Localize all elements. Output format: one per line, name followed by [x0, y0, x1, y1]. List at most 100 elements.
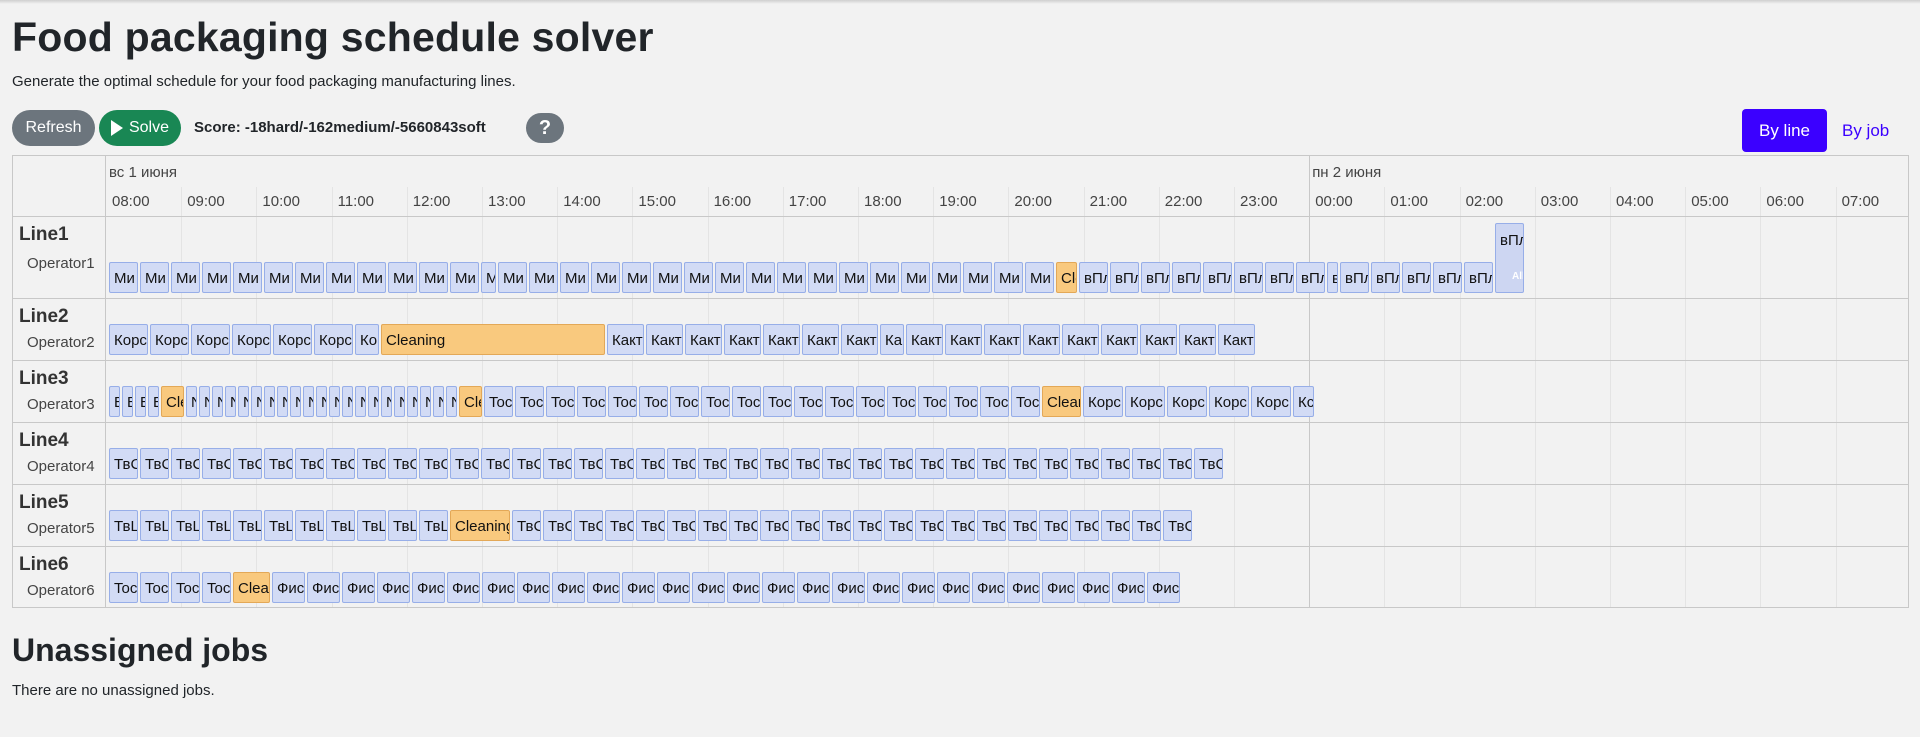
job-block[interactable]: ТвС [1163, 448, 1192, 479]
job-block[interactable]: ТвL [140, 510, 169, 541]
job-block[interactable]: N [407, 386, 418, 417]
job-block[interactable]: Ми [295, 262, 324, 293]
job-block[interactable]: Фис [447, 572, 480, 603]
job-block[interactable]: ТвС [636, 448, 665, 479]
cleaning-block[interactable]: Cleaning [450, 510, 510, 541]
job-block[interactable]: ТвС [1039, 510, 1068, 541]
job-block[interactable]: Ми [808, 262, 837, 293]
job-block[interactable]: Корс [150, 324, 189, 355]
job-block[interactable]: Toc [1011, 386, 1040, 417]
job-block[interactable]: Ми [591, 262, 620, 293]
job-block[interactable]: N [225, 386, 236, 417]
job-block[interactable]: Ка [880, 324, 904, 355]
job-block[interactable]: вПл [1079, 262, 1108, 293]
job-block[interactable]: ТвС [171, 448, 200, 479]
job-block[interactable]: N [264, 386, 275, 417]
job-block[interactable]: Какт [1179, 324, 1216, 355]
job-block[interactable]: ТвL [171, 510, 200, 541]
job-block[interactable]: Toc [732, 386, 761, 417]
job-block[interactable]: ТвС [605, 448, 634, 479]
job-block[interactable]: ТвС [1101, 510, 1130, 541]
job-block[interactable]: ТвL [295, 510, 324, 541]
job-block[interactable]: Фис [517, 572, 550, 603]
job-block[interactable]: Toc [670, 386, 699, 417]
job-block[interactable]: Фис [972, 572, 1005, 603]
job-block[interactable]: Ми [839, 262, 868, 293]
job-block[interactable]: Ми [684, 262, 713, 293]
job-block[interactable]: Toc [171, 572, 200, 603]
job-block[interactable]: N [342, 386, 353, 417]
job-block[interactable]: ТвС [543, 448, 572, 479]
job-block[interactable]: Фис [552, 572, 585, 603]
cleaning-block[interactable]: Cleaning [381, 324, 605, 355]
job-block[interactable]: Какт [607, 324, 644, 355]
job-block[interactable]: N [420, 386, 431, 417]
job-block[interactable]: Какт [984, 324, 1021, 355]
job-block[interactable]: Ми [653, 262, 682, 293]
job-block[interactable]: ТвС [295, 448, 324, 479]
job-block[interactable]: В [109, 386, 120, 417]
job-block[interactable]: Фис [1077, 572, 1110, 603]
job-block[interactable]: Ми [994, 262, 1023, 293]
job-block[interactable]: Toc [140, 572, 169, 603]
job-block[interactable]: ТвС [543, 510, 572, 541]
job-block[interactable]: Корс [191, 324, 230, 355]
job-block[interactable]: N [446, 386, 457, 417]
job-block[interactable]: ТвС [450, 448, 479, 479]
job-block[interactable]: ТвС [419, 448, 448, 479]
job-block[interactable]: ТвС [853, 448, 882, 479]
job-block[interactable]: Фис [622, 572, 655, 603]
job-block[interactable]: ТвС [977, 510, 1006, 541]
job-block[interactable]: ТвС [357, 448, 386, 479]
job-block[interactable]: ТвС [1101, 448, 1130, 479]
job-block[interactable]: Какт [646, 324, 683, 355]
job-block[interactable]: вПл [1141, 262, 1170, 293]
job-block[interactable]: Фис [1007, 572, 1040, 603]
job-block[interactable]: В [148, 386, 159, 417]
job-block[interactable]: ТвL [109, 510, 138, 541]
job-block[interactable]: ТвС [915, 448, 944, 479]
job-block[interactable]: Фис [1042, 572, 1075, 603]
job-block[interactable]: Фис [902, 572, 935, 603]
job-block[interactable]: Ми [419, 262, 448, 293]
job-block[interactable]: Корс [1251, 386, 1291, 417]
job-block[interactable]: ТвС [791, 510, 820, 541]
job-block[interactable]: Ми [140, 262, 169, 293]
job-block[interactable]: ТвС [481, 448, 510, 479]
refresh-button[interactable]: Refresh [12, 110, 95, 146]
job-block[interactable]: N [251, 386, 262, 417]
cleaning-block[interactable]: Cle [1056, 262, 1077, 293]
job-block[interactable]: Ми [357, 262, 386, 293]
job-block[interactable]: Toc [515, 386, 544, 417]
job-block[interactable]: вПл [1402, 262, 1431, 293]
job-block[interactable]: Фис [342, 572, 375, 603]
job-block[interactable]: ТвС [884, 510, 913, 541]
job-block[interactable]: ТвС [698, 510, 727, 541]
job-block[interactable]: Ми [777, 262, 806, 293]
job-block[interactable]: Toc [608, 386, 637, 417]
job-block[interactable]: ТвС [512, 448, 541, 479]
job-block[interactable]: ТвС [512, 510, 541, 541]
job-block[interactable]: ТвС [760, 448, 789, 479]
job-block[interactable]: N [433, 386, 444, 417]
job-block[interactable]: Ми [529, 262, 558, 293]
job-block[interactable]: Ми [715, 262, 744, 293]
job-block[interactable]: Toc [856, 386, 885, 417]
job-block[interactable]: Ми [326, 262, 355, 293]
job-block[interactable]: Какт [1023, 324, 1060, 355]
job-block[interactable]: М [481, 262, 496, 293]
job-block[interactable]: N [329, 386, 340, 417]
job-block[interactable]: Ми [450, 262, 479, 293]
job-block[interactable]: ТвС [822, 448, 851, 479]
job-block[interactable]: Ми [870, 262, 899, 293]
job-block[interactable]: Какт [1218, 324, 1255, 355]
job-block[interactable]: Какт [906, 324, 943, 355]
job-block[interactable]: N [238, 386, 249, 417]
job-block[interactable]: вПл [1172, 262, 1201, 293]
job-block[interactable]: ТвС [140, 448, 169, 479]
job-block[interactable]: ТвС [202, 448, 231, 479]
job-block[interactable]: Фис [272, 572, 305, 603]
job-block[interactable]: Корс [1083, 386, 1123, 417]
job-block[interactable]: ТвС [388, 448, 417, 479]
job-block[interactable]: ТвС [822, 510, 851, 541]
